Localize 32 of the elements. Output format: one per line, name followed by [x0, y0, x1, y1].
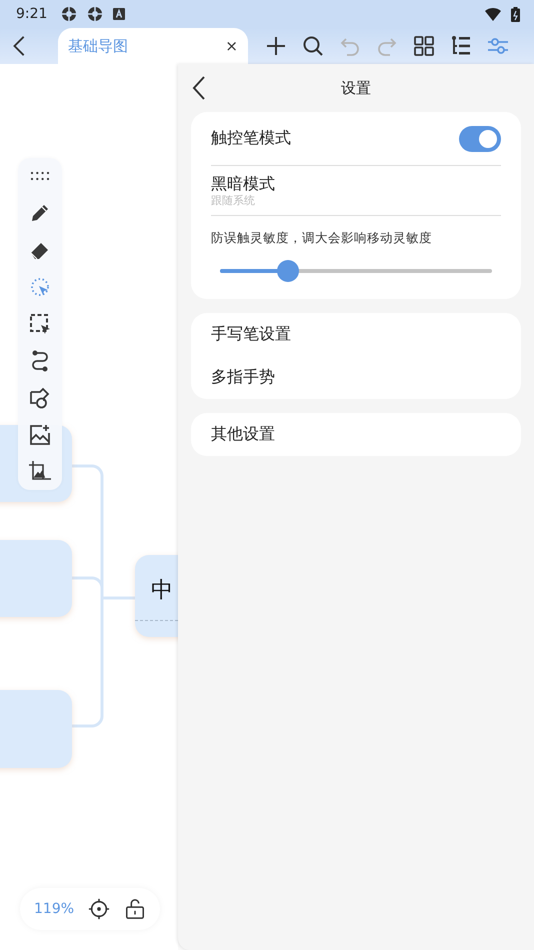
back-button[interactable]: [191, 75, 207, 101]
slider-thumb[interactable]: [277, 260, 299, 282]
wifi-icon: [485, 7, 501, 21]
setting-label[interactable]: 黑暗模式: [211, 174, 501, 195]
settings-menu-item[interactable]: 手写笔设置: [211, 313, 501, 356]
app-notification-icon: [61, 6, 78, 22]
slider-label: 防误触灵敏度，调大会影响移动灵敏度: [211, 229, 433, 247]
slider-track[interactable]: [220, 260, 492, 282]
battery-icon: [511, 6, 520, 22]
settings-menu-item[interactable]: 其他设置: [211, 413, 501, 456]
search-icon[interactable]: [300, 34, 324, 58]
locate-button[interactable]: [88, 898, 110, 920]
document-tab[interactable]: 基础导图 ×: [58, 28, 248, 64]
app-notification-icon: [87, 6, 104, 22]
setting-value: 跟随系统: [211, 195, 256, 207]
zoom-level: 119%: [34, 901, 74, 917]
panel-title: 设置: [341, 78, 371, 98]
grid-icon[interactable]: [412, 34, 436, 58]
image-add-icon[interactable]: [28, 423, 52, 447]
toggle-switch[interactable]: [459, 126, 501, 152]
clock-time: 9:21: [16, 6, 48, 22]
unlock-button[interactable]: [124, 898, 146, 920]
lasso-icon[interactable]: [28, 275, 52, 299]
keyboard-notification-icon: [113, 8, 126, 20]
topic-node[interactable]: [0, 690, 72, 768]
topic-node[interactable]: [0, 540, 72, 617]
central-topic-text: 中: [151, 577, 173, 605]
settings-menu-item[interactable]: 多指手势: [211, 356, 501, 399]
rectangle-select-icon[interactable]: [28, 312, 52, 336]
setting-label: 触控笔模式: [211, 128, 291, 149]
shapes-icon[interactable]: [28, 386, 52, 410]
close-tab-button[interactable]: ×: [225, 37, 238, 55]
